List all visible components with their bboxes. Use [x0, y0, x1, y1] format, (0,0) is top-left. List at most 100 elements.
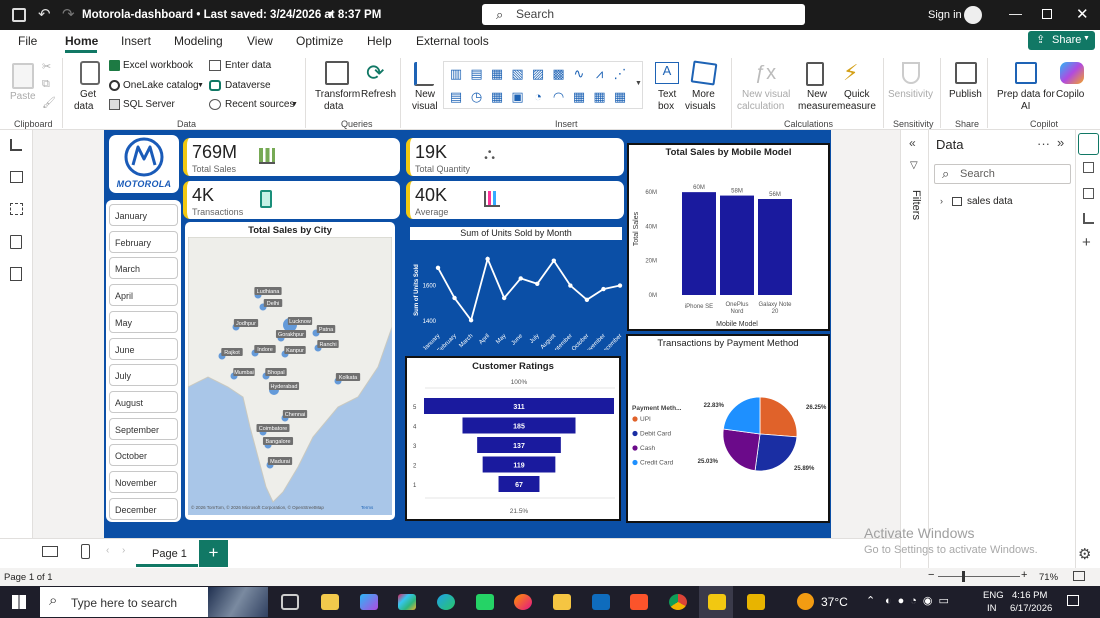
- month-slicer-item[interactable]: May: [109, 310, 178, 333]
- report-view-icon[interactable]: [10, 139, 22, 151]
- copilot-icon[interactable]: [1060, 62, 1084, 84]
- menu-home[interactable]: Home: [65, 34, 98, 48]
- model-view-icon[interactable]: [10, 203, 23, 215]
- temperature[interactable]: 37°C: [821, 595, 848, 609]
- refresh-icon[interactable]: ⟳: [366, 60, 384, 86]
- outlook-icon[interactable]: [592, 594, 610, 610]
- maximize-button[interactable]: [1042, 9, 1052, 19]
- save-icon[interactable]: [12, 8, 26, 22]
- recent-sources-button[interactable]: Recent sources: [225, 99, 294, 110]
- search-box[interactable]: ⌕ Search: [482, 4, 805, 25]
- chevron-down-icon[interactable]: ▼: [197, 82, 204, 89]
- bar-chart-visual[interactable]: Total Sales by Mobile Model Total Sales 6…: [627, 143, 830, 331]
- excel-workbook-button[interactable]: Excel workbook: [123, 60, 193, 71]
- paste-icon[interactable]: [12, 63, 34, 89]
- visual-type-icon[interactable]: ▨: [530, 66, 546, 82]
- table-view-icon[interactable]: [10, 171, 23, 183]
- desktop-layout-icon[interactable]: [42, 546, 58, 557]
- powerbi-icon[interactable]: [708, 594, 726, 610]
- visual-type-icon[interactable]: ▦: [592, 89, 608, 105]
- chevron-down-icon[interactable]: ▼: [291, 101, 298, 108]
- fit-to-page-icon[interactable]: [1073, 571, 1085, 581]
- visual-type-icon[interactable]: ▦: [489, 89, 505, 105]
- page-tab-1[interactable]: Page 1: [136, 540, 198, 567]
- more-options-icon[interactable]: ···: [1037, 136, 1050, 151]
- visual-type-icon[interactable]: ◷: [469, 89, 485, 105]
- format-painter-icon[interactable]: 🖌: [42, 96, 56, 109]
- visual-type-icon[interactable]: ⋰: [612, 66, 628, 82]
- chrome-icon[interactable]: [669, 594, 687, 610]
- map-canvas[interactable]: Ludhiana Delhi Jodhpur Lucknow Gorakhpur Patn…: [188, 237, 392, 515]
- tray-overflow-icon[interactable]: ⌃: [866, 594, 875, 607]
- tray-icons[interactable]: ◐●◔◉▭: [885, 594, 955, 607]
- month-slicer-item[interactable]: April: [109, 284, 178, 307]
- file-explorer-icon[interactable]: [553, 594, 571, 610]
- format-visual-icon[interactable]: [1083, 188, 1094, 199]
- menu-help[interactable]: Help: [367, 34, 392, 48]
- edge-icon[interactable]: [437, 594, 455, 610]
- copy-icon[interactable]: ⧉: [42, 78, 50, 91]
- month-slicer-item[interactable]: March: [109, 257, 178, 280]
- menu-file[interactable]: File: [18, 34, 37, 48]
- next-page-icon[interactable]: ›: [122, 545, 125, 556]
- menu-optimize[interactable]: Optimize: [296, 34, 343, 48]
- visual-type-icon[interactable]: ∿: [571, 66, 587, 82]
- month-slicer-item[interactable]: September: [109, 417, 178, 440]
- enter-data-button[interactable]: Enter data: [225, 60, 271, 71]
- data-rail-icon[interactable]: [1078, 133, 1099, 155]
- get-data-icon[interactable]: [80, 61, 100, 85]
- month-slicer-item[interactable]: January: [109, 204, 178, 226]
- month-slicer-item[interactable]: October: [109, 444, 178, 467]
- zoom-out-button[interactable]: −: [928, 569, 934, 581]
- transform-data-icon[interactable]: [325, 61, 349, 85]
- sql-server-button[interactable]: SQL Server: [123, 99, 175, 110]
- kpi-total-sales[interactable]: 769M Total Sales: [183, 138, 400, 176]
- month-slicer-item[interactable]: July: [109, 364, 178, 387]
- map-visual[interactable]: Total Sales by City Ludhiana Delhi Jodhpur…: [185, 222, 395, 520]
- visual-type-icon[interactable]: ▦: [489, 66, 505, 82]
- tmdl-view-icon[interactable]: [10, 267, 22, 281]
- sensitivity-icon[interactable]: [902, 62, 920, 84]
- filters-pane-collapsed[interactable]: « ▽ Filters: [900, 130, 928, 568]
- share-button[interactable]: ⇪ Share ▼: [1028, 31, 1095, 50]
- prev-page-icon[interactable]: ‹: [106, 545, 109, 556]
- taskbar-search[interactable]: ⌕ Type here to search: [40, 587, 268, 617]
- undo-icon[interactable]: ↶: [38, 5, 51, 23]
- menu-external-tools[interactable]: External tools: [416, 34, 489, 48]
- visual-type-icon[interactable]: ▥: [448, 66, 464, 82]
- visual-type-icon[interactable]: ◠: [551, 89, 567, 105]
- signin-link[interactable]: Sign in: [928, 9, 962, 21]
- dataverse-button[interactable]: Dataverse: [225, 80, 271, 91]
- slack-icon[interactable]: [398, 594, 416, 610]
- pie-chart[interactable]: Payment Meth... UPI Debit Card Cash Credit C…: [628, 350, 828, 520]
- visual-type-icon[interactable]: ⩘: [592, 66, 608, 82]
- zoom-slider-thumb[interactable]: [962, 571, 965, 582]
- firefox-icon[interactable]: [514, 594, 532, 610]
- visual-type-icon[interactable]: ◔: [530, 89, 546, 104]
- new-visual-calc-icon[interactable]: ƒx: [755, 62, 776, 85]
- visual-type-icon[interactable]: ▧: [510, 66, 526, 82]
- cut-icon[interactable]: ✂: [42, 60, 51, 73]
- task-view-icon[interactable]: [281, 594, 299, 610]
- visual-type-icon[interactable]: ▦: [612, 89, 628, 105]
- line-chart[interactable]: Sum of Units Sold 16001400JanuaryFebruary…: [408, 242, 624, 350]
- menu-modeling[interactable]: Modeling: [174, 34, 223, 48]
- kpi-average[interactable]: 40K Average: [406, 181, 624, 219]
- month-slicer-item[interactable]: August: [109, 390, 178, 413]
- table-sales-data[interactable]: sales data: [967, 196, 1013, 207]
- visual-type-icon[interactable]: ▦: [571, 89, 587, 105]
- text-box-icon[interactable]: A: [655, 62, 679, 84]
- kpi-transactions[interactable]: 4K Transactions: [183, 181, 400, 219]
- visual-type-icon[interactable]: ▤: [469, 66, 485, 82]
- redo-icon[interactable]: ↷: [62, 5, 75, 23]
- funnel-visual[interactable]: Customer Ratings 100% 311 5 185 4 137 3 119 2 67 1…: [405, 356, 621, 521]
- more-visuals-icon[interactable]: [690, 60, 718, 86]
- kpi-total-quantity[interactable]: 19K Total Quantity ⛬: [406, 138, 624, 176]
- zoom-slider[interactable]: [938, 576, 1020, 577]
- app-icon[interactable]: [747, 594, 765, 610]
- chevron-right-icon[interactable]: ›: [940, 196, 943, 206]
- add-pane-icon[interactable]: +: [1082, 234, 1091, 251]
- windows-start-icon[interactable]: [12, 595, 26, 609]
- pie-visual[interactable]: Transactions by Payment Method Payment M…: [626, 334, 830, 523]
- notification-icon[interactable]: [1067, 595, 1079, 606]
